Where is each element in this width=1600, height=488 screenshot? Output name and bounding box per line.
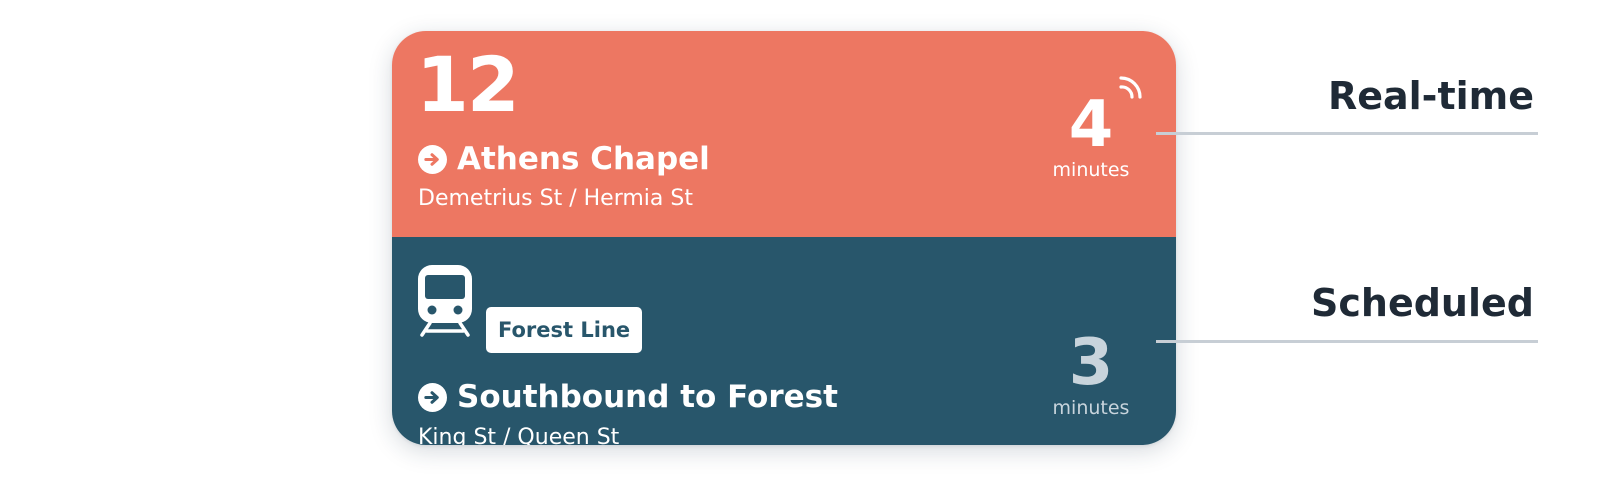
stop-name: Demetrius St / Hermia St xyxy=(418,186,693,211)
stop-name: King St / Queen St xyxy=(418,425,620,445)
destination-line: Athens Chapel xyxy=(418,141,710,177)
stage: 12 Athens Chapel Demetrius St / Hermia S… xyxy=(0,0,1600,488)
eta-unit: minutes xyxy=(1052,397,1130,419)
eta-unit: minutes xyxy=(1052,159,1130,181)
line-badge: Forest Line xyxy=(486,307,643,353)
scheduled-connector-line xyxy=(1156,340,1538,343)
arrow-right-circle-icon xyxy=(418,382,447,412)
destination-name: Athens Chapel xyxy=(457,141,710,177)
realtime-signal-icon xyxy=(1118,75,1144,105)
eta: 4 minutes xyxy=(1046,93,1136,181)
arrow-right-circle-icon xyxy=(418,144,447,174)
route-number: 12 xyxy=(416,40,520,129)
destination-name: Southbound to Forest xyxy=(457,379,838,415)
eta: 3 minutes xyxy=(1046,331,1136,419)
departures-card: 12 Athens Chapel Demetrius St / Hermia S… xyxy=(392,31,1176,445)
eta-value: 3 xyxy=(1068,326,1114,400)
realtime-connector-line xyxy=(1156,132,1538,135)
realtime-label: Real-time xyxy=(1327,74,1534,118)
destination-line: Southbound to Forest xyxy=(418,379,838,415)
scheduled-label: Scheduled xyxy=(1311,281,1534,325)
train-icon xyxy=(416,263,474,341)
scheduled-departure-row[interactable]: Forest Line Southbound to Forest King St… xyxy=(392,237,1176,445)
realtime-departure-row[interactable]: 12 Athens Chapel Demetrius St / Hermia S… xyxy=(392,31,1176,237)
